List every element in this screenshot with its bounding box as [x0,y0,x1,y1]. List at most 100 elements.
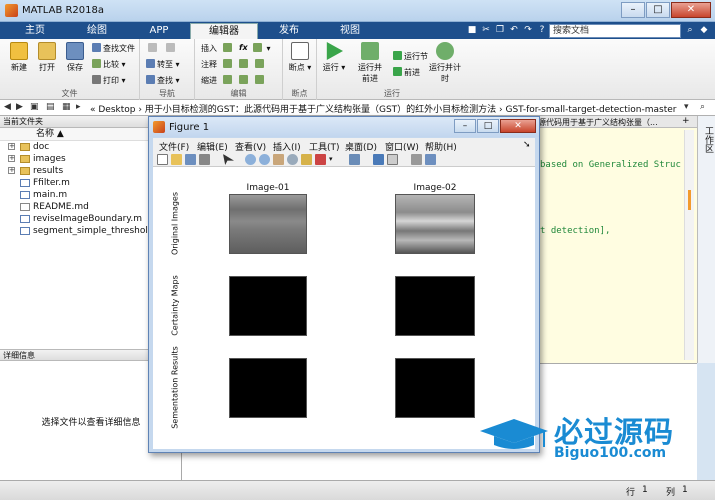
figure-maximize-button[interactable]: □ [477,119,499,133]
figure-title-bar[interactable]: Figure 1 – □ ✕ [149,117,539,137]
tab-editor[interactable]: 编辑器 [190,23,258,39]
new-button[interactable]: 新建 [6,42,32,73]
pan-hand-icon[interactable] [273,154,284,165]
certainty-map-02[interactable] [395,276,475,336]
save-button[interactable]: 保存 [62,42,88,73]
nav-forward-button[interactable] [166,43,177,54]
legend-icon[interactable] [387,154,398,165]
uncomment-button[interactable] [239,59,250,70]
workspace-side-tab[interactable]: 工作区 [697,116,715,363]
ribbon-tab-bar: 主页 绘图 APP 编辑器 发布 视图 ■ ✂ ❐ ↶ ↷ ? 搜索文档 ⌕ ◆ [0,22,715,39]
editor-scrollbar[interactable] [684,130,694,360]
redo-icon[interactable]: ↷ [522,24,534,36]
notification-icon[interactable]: ◆ [698,24,710,36]
code-line[interactable]: based on Generalized Struc [540,160,681,170]
find-files-button[interactable]: 查找文件 [92,43,135,54]
cut-icon[interactable]: ✂ [480,24,492,36]
expand-icon[interactable]: + [8,143,15,150]
run-section-button[interactable]: 运行节 [393,51,428,62]
row-label-segmentation: Sementation Results [170,346,180,429]
tab-plots[interactable]: 绘图 [66,23,128,39]
compare-button[interactable]: 比较 ▾ [92,59,126,70]
advance-button[interactable]: 前进 [393,67,420,78]
minimize-button[interactable]: – [621,2,645,18]
fx-button[interactable]: fx [239,42,248,53]
colorbar-icon[interactable] [373,154,384,165]
insert-button[interactable]: 插入 [201,43,217,54]
figure-close-button[interactable]: ✕ [500,119,536,133]
percent-icon [223,59,232,68]
save-figure-icon[interactable] [185,154,196,165]
path-dropdown-icon[interactable]: ▾ [684,102,689,112]
back-nav-icon[interactable]: ◀ [4,102,11,112]
brush-dropdown-icon[interactable]: ▾ [329,154,340,165]
comment-percent-button[interactable] [223,59,234,70]
indent-button[interactable]: 缩进 [201,75,217,86]
folder-icon [20,167,30,175]
original-image-01[interactable] [229,194,307,254]
folder-up-icon[interactable]: ▣ [30,102,39,112]
tab-publish[interactable]: 发布 [262,23,316,39]
breakpoints-button[interactable]: 断点 ▾ [287,42,313,73]
original-image-02[interactable] [395,194,475,254]
maximize-button[interactable]: □ [646,2,670,18]
brush-icon[interactable] [315,154,326,165]
copy-icon[interactable]: ❐ [494,24,506,36]
edit-group: 插入 注释 缩进 fx ▾ 编辑 [195,39,283,100]
increase-indent-button[interactable] [239,75,250,86]
tab-home[interactable]: 主页 [8,23,62,39]
code-line[interactable]: t detection], [540,226,610,236]
save-quick-icon[interactable]: ■ [466,24,478,36]
figure-minimize-button[interactable]: – [454,119,476,133]
figure-window[interactable]: Figure 1 – □ ✕ 文件(F) 编辑(E) 查看(V) 插入(I) 工… [148,116,540,453]
editor-file-tab[interactable]: 源代码用于基于广义结构张量（... [538,117,658,128]
smart-indent-button[interactable] [223,75,234,86]
show-tools-icon[interactable] [425,154,436,165]
editor-add-tab-icon[interactable]: + [682,116,690,126]
nav-back-button[interactable] [148,43,159,54]
help-icon[interactable]: ? [536,24,548,36]
open-button[interactable]: 打开 [34,42,60,73]
certainty-map-01[interactable] [229,276,307,336]
path-search-icon[interactable]: ⌕ [700,102,705,112]
folder-icon[interactable]: ▦ [62,102,71,112]
goto-button[interactable]: 转至 ▾ [146,59,180,70]
pointer-icon[interactable] [223,154,234,165]
undo-icon[interactable]: ↶ [508,24,520,36]
search-input[interactable]: 搜索文档 [549,24,681,38]
run-button[interactable]: 运行 ▾ [321,42,347,73]
link-plot-icon[interactable] [349,154,360,165]
insert-cell-button[interactable] [223,43,234,54]
new-figure-icon[interactable] [157,154,168,165]
search-icon[interactable]: ⌕ [684,24,696,36]
close-button[interactable]: ✕ [671,2,711,18]
print-figure-icon[interactable] [199,154,210,165]
zoom-out-icon[interactable] [259,154,270,165]
tab-apps[interactable]: APP [132,23,186,39]
forward-nav-icon[interactable]: ▶ [16,102,23,112]
rotate-icon[interactable] [287,154,298,165]
workspace-label: 工作区 [703,126,713,153]
comment-button[interactable]: 注释 [201,59,217,70]
insert-function-button[interactable]: ▾ [253,43,271,54]
folder-icon [20,143,30,151]
run-advance-button[interactable]: 运行并前进 [355,42,385,84]
segmentation-result-01[interactable] [229,358,307,418]
matlab-logo-icon [5,4,18,17]
print-button[interactable]: 打印 ▾ [92,75,126,86]
zoom-in-icon[interactable] [245,154,256,165]
data-cursor-icon[interactable] [301,154,312,165]
segmentation-result-02[interactable] [395,358,475,418]
current-path[interactable]: « Desktop › 用于小目标检测的GST：此源代码用于基于广义结构张量（G… [90,102,676,115]
menu-dock-icon[interactable]: ➘ [523,140,531,150]
wrap-comment-button[interactable] [255,59,266,70]
find-button[interactable]: 查找 ▾ [146,75,180,86]
browse-icon[interactable]: ▤ [46,102,55,112]
tab-view[interactable]: 视图 [320,23,380,39]
decrease-indent-button[interactable] [255,75,266,86]
run-and-time-button[interactable]: 运行并计时 [429,42,461,84]
expand-icon[interactable]: + [8,155,15,162]
hide-tools-icon[interactable] [411,154,422,165]
edit-group-label: 编辑 [230,89,247,98]
expand-icon[interactable]: + [8,167,15,174]
